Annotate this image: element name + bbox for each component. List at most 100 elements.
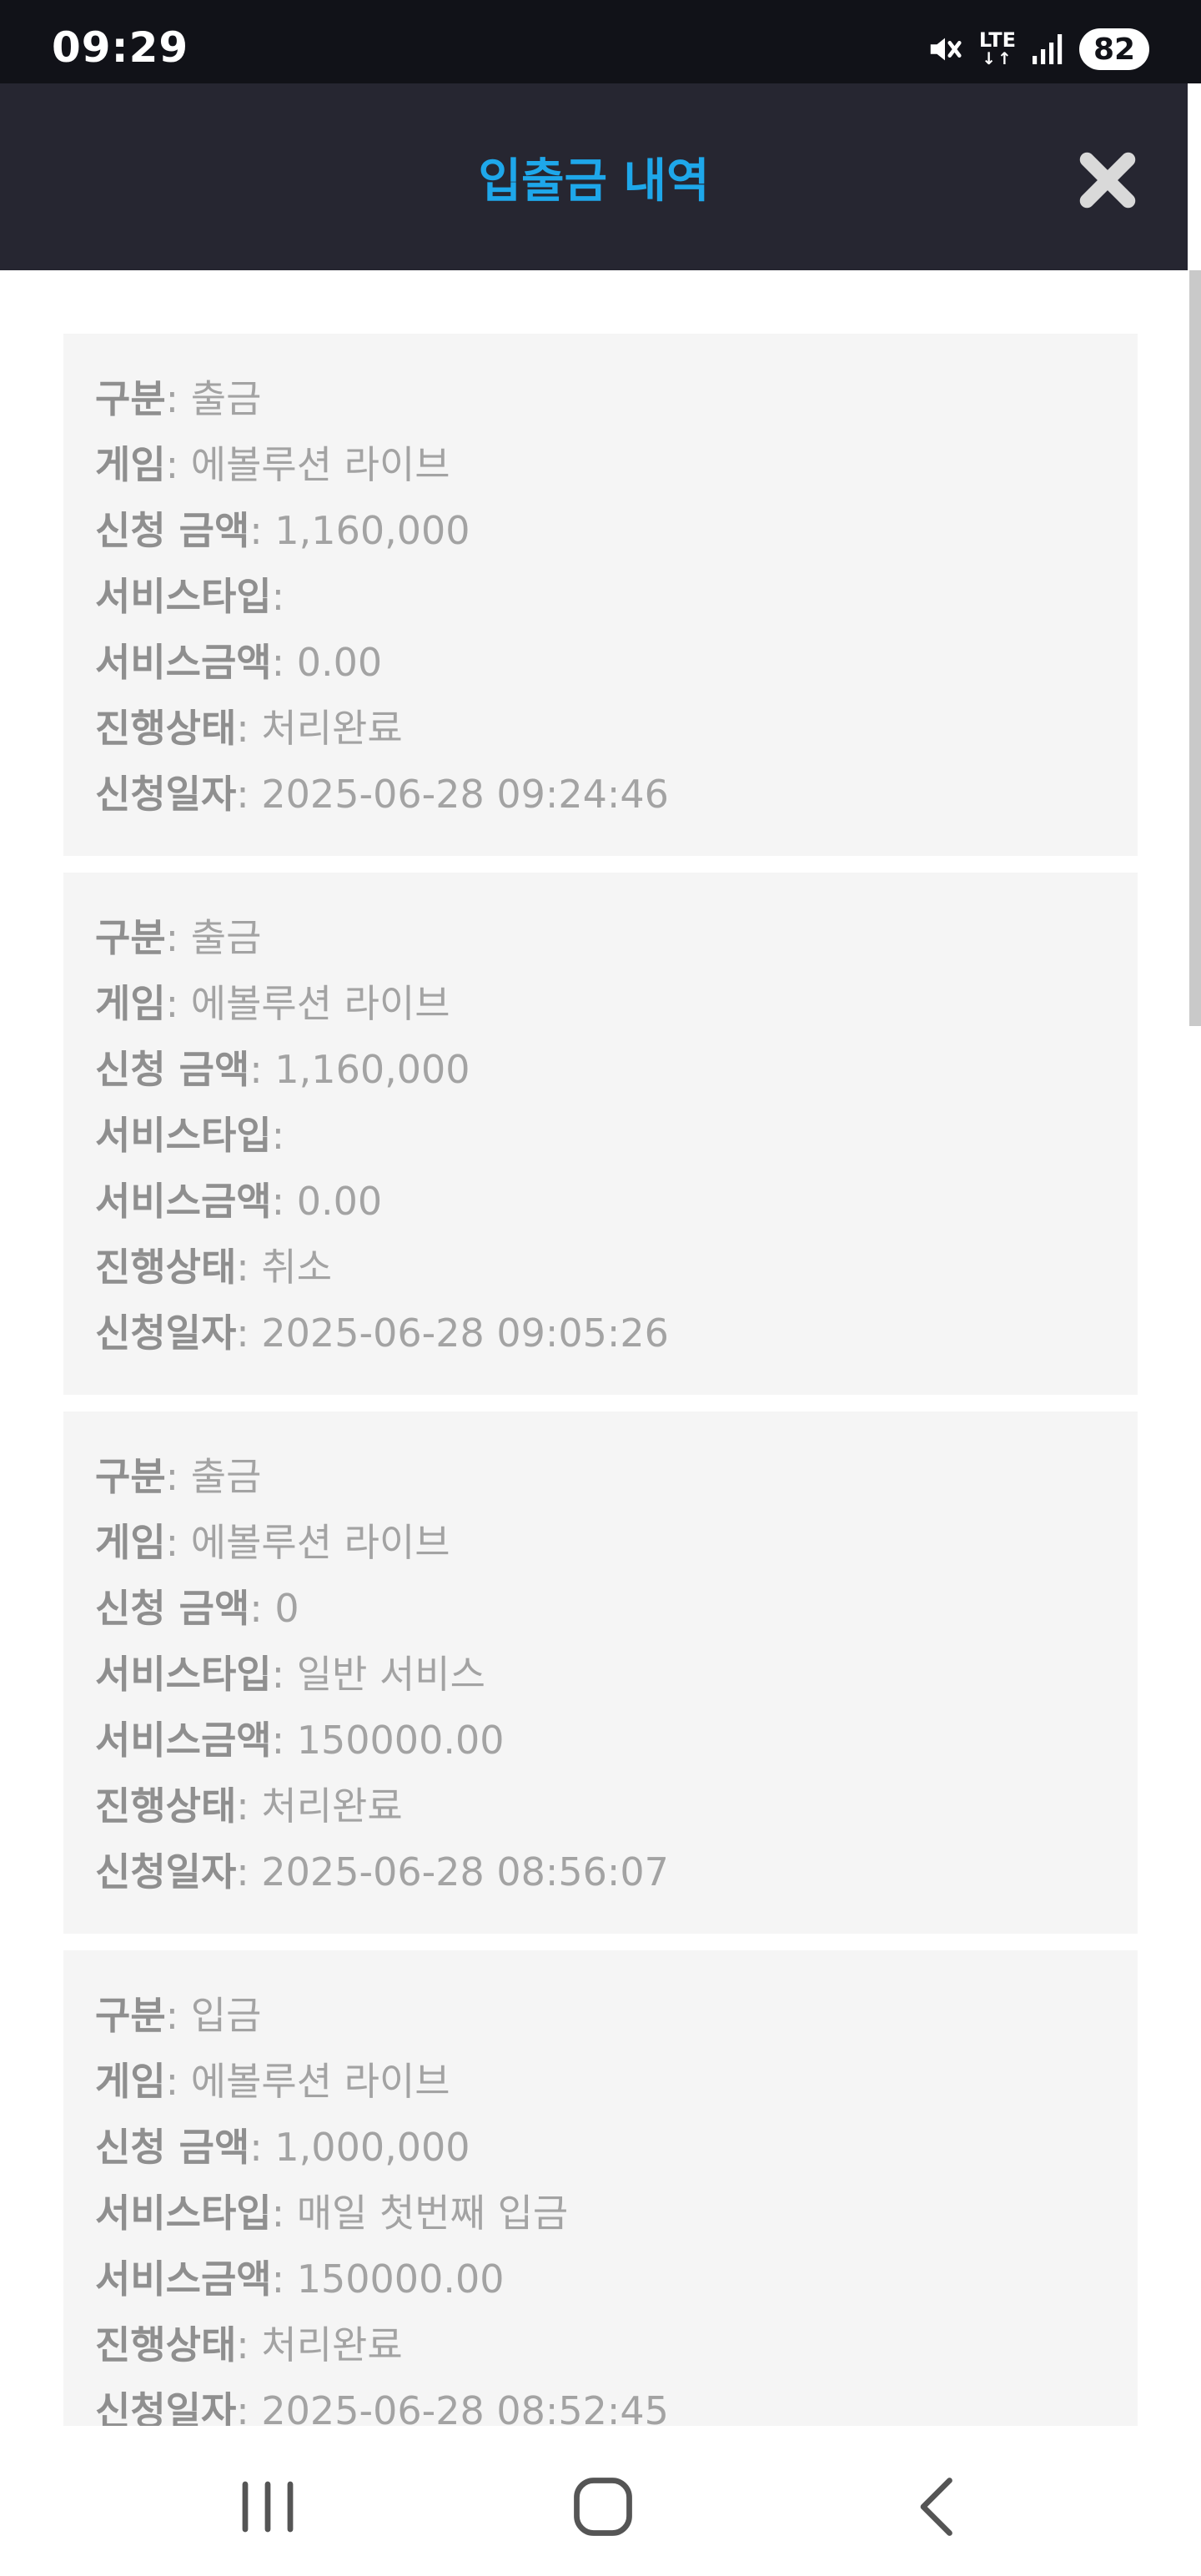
type-row: 구분: 출금 <box>95 911 1106 977</box>
type-label: 구분 <box>95 376 166 421</box>
transaction-card: 구분: 출금 게임: 에볼루션 라이브 신청 금액: 1,160,000 서비스… <box>63 873 1138 1395</box>
date-row: 신청일자: 2025-06-28 08:52:45 <box>95 2384 1106 2426</box>
home-icon[interactable] <box>565 2469 641 2544</box>
amount-label: 신청 금액 <box>95 1047 250 1092</box>
close-icon[interactable] <box>1076 148 1139 212</box>
date-row: 신청일자: 2025-06-28 09:24:46 <box>95 767 1106 833</box>
service-type-value: : 일반 서비스 <box>271 1652 485 1697</box>
service-type-row: 서비스타입: 일반 서비스 <box>95 1648 1106 1713</box>
status-row: 진행상태: 처리완료 <box>95 2318 1106 2384</box>
date-value: : 2025-06-28 09:24:46 <box>236 772 669 817</box>
recent-apps-icon[interactable] <box>230 2469 305 2544</box>
navigation-bar <box>0 2426 1201 2576</box>
date-row: 신청일자: 2025-06-28 08:56:07 <box>95 1845 1106 1911</box>
status-label: 진행상태 <box>95 706 237 751</box>
back-icon[interactable] <box>901 2469 976 2544</box>
service-type-label: 서비스타입 <box>95 1652 272 1697</box>
amount-label: 신청 금액 <box>95 2125 250 2170</box>
modal-header: 입출금 내역 <box>0 83 1188 270</box>
game-label: 게임 <box>95 2059 166 2104</box>
game-row: 게임: 에볼루션 라이브 <box>95 2055 1106 2121</box>
type-label: 구분 <box>95 1454 166 1499</box>
service-amount-value: : 150000.00 <box>271 2257 505 2302</box>
scrollbar[interactable] <box>1189 270 1201 1026</box>
service-type-label: 서비스타입 <box>95 2191 272 2236</box>
status-value: : 취소 <box>236 1245 333 1290</box>
status-label: 진행상태 <box>95 1245 237 1290</box>
service-amount-row: 서비스금액: 150000.00 <box>95 2252 1106 2318</box>
status-row: 진행상태: 처리완료 <box>95 1779 1106 1845</box>
date-value: : 2025-06-28 08:52:45 <box>236 2388 669 2426</box>
lte-icon: LTE ↓↑ <box>979 30 1016 68</box>
game-row: 게임: 에볼루션 라이브 <box>95 1516 1106 1582</box>
service-amount-label: 서비스금액 <box>95 1718 272 1763</box>
service-type-row: 서비스타입: <box>95 1109 1106 1175</box>
mute-icon <box>930 38 962 61</box>
service-amount-label: 서비스금액 <box>95 1179 272 1224</box>
game-row: 게임: 에볼루션 라이브 <box>95 977 1106 1043</box>
date-row: 신청일자: 2025-06-28 09:05:26 <box>95 1306 1106 1372</box>
amount-value: : 1,160,000 <box>249 1047 470 1092</box>
date-label: 신청일자 <box>95 1311 237 1356</box>
type-row: 구분: 출금 <box>95 372 1106 438</box>
service-amount-value: : 0.00 <box>271 1179 383 1224</box>
service-amount-value: : 150000.00 <box>271 1718 505 1763</box>
date-label: 신청일자 <box>95 2388 237 2426</box>
transaction-card: 구분: 출금 게임: 에볼루션 라이브 신청 금액: 0 서비스타입: 일반 서… <box>63 1411 1138 1934</box>
battery-level: 82 <box>1093 32 1136 67</box>
signal-icon <box>1033 34 1063 64</box>
type-row: 구분: 출금 <box>95 1450 1106 1516</box>
status-value: : 처리완료 <box>236 2322 403 2367</box>
service-amount-row: 서비스금액: 150000.00 <box>95 1713 1106 1779</box>
type-value: : 출금 <box>165 376 262 421</box>
transaction-card: 구분: 출금 게임: 에볼루션 라이브 신청 금액: 1,160,000 서비스… <box>63 334 1138 856</box>
amount-row: 신청 금액: 1,160,000 <box>95 504 1106 570</box>
amount-row: 신청 금액: 1,160,000 <box>95 1043 1106 1109</box>
status-value: : 처리완료 <box>236 1784 403 1829</box>
service-amount-label: 서비스금액 <box>95 640 272 685</box>
status-bar: 09:29 LTE ↓↑ 82 <box>0 0 1201 83</box>
transaction-card: 구분: 입금 게임: 에볼루션 라이브 신청 금액: 1,000,000 서비스… <box>63 1950 1138 2426</box>
service-type-row: 서비스타입: 매일 첫번째 입금 <box>95 2186 1106 2252</box>
amount-label: 신청 금액 <box>95 1586 250 1631</box>
service-amount-value: : 0.00 <box>271 640 383 685</box>
service-amount-label: 서비스금액 <box>95 2257 272 2302</box>
service-type-label: 서비스타입 <box>95 1113 272 1158</box>
status-label: 진행상태 <box>95 2322 237 2367</box>
date-value: : 2025-06-28 09:05:26 <box>236 1311 669 1356</box>
amount-row: 신청 금액: 0 <box>95 1582 1106 1648</box>
game-label: 게임 <box>95 442 166 487</box>
status-time: 09:29 <box>52 23 189 72</box>
page-title: 입출금 내역 <box>478 154 710 209</box>
game-value: : 에볼루션 라이브 <box>165 442 450 487</box>
battery-icon: 82 <box>1079 28 1149 70</box>
date-value: : 2025-06-28 08:56:07 <box>236 1849 669 1894</box>
service-type-label: 서비스타입 <box>95 574 272 619</box>
game-label: 게임 <box>95 1520 166 1565</box>
status-label: 진행상태 <box>95 1784 237 1829</box>
type-value: : 출금 <box>165 915 262 960</box>
date-label: 신청일자 <box>95 1849 237 1894</box>
game-row: 게임: 에볼루션 라이브 <box>95 438 1106 504</box>
amount-value: : 0 <box>249 1586 299 1631</box>
transaction-list[interactable]: 구분: 출금 게임: 에볼루션 라이브 신청 금액: 1,160,000 서비스… <box>63 334 1138 2426</box>
service-type-value: : <box>271 1113 285 1158</box>
game-value: : 에볼루션 라이브 <box>165 981 450 1026</box>
type-label: 구분 <box>95 1993 166 2038</box>
type-label: 구분 <box>95 915 166 960</box>
service-type-value: : <box>271 574 285 619</box>
game-label: 게임 <box>95 981 166 1026</box>
service-amount-row: 서비스금액: 0.00 <box>95 1175 1106 1240</box>
service-type-row: 서비스타입: <box>95 570 1106 636</box>
status-value: : 처리완료 <box>236 706 403 751</box>
type-row: 구분: 입금 <box>95 1989 1106 2055</box>
status-row: 진행상태: 취소 <box>95 1240 1106 1306</box>
date-label: 신청일자 <box>95 772 237 817</box>
service-amount-row: 서비스금액: 0.00 <box>95 636 1106 702</box>
amount-row: 신청 금액: 1,000,000 <box>95 2121 1106 2186</box>
type-value: : 입금 <box>165 1993 262 2038</box>
network-arrows: ↓↑ <box>982 48 1013 68</box>
amount-value: : 1,000,000 <box>249 2125 470 2170</box>
amount-value: : 1,160,000 <box>249 508 470 553</box>
game-value: : 에볼루션 라이브 <box>165 1520 450 1565</box>
